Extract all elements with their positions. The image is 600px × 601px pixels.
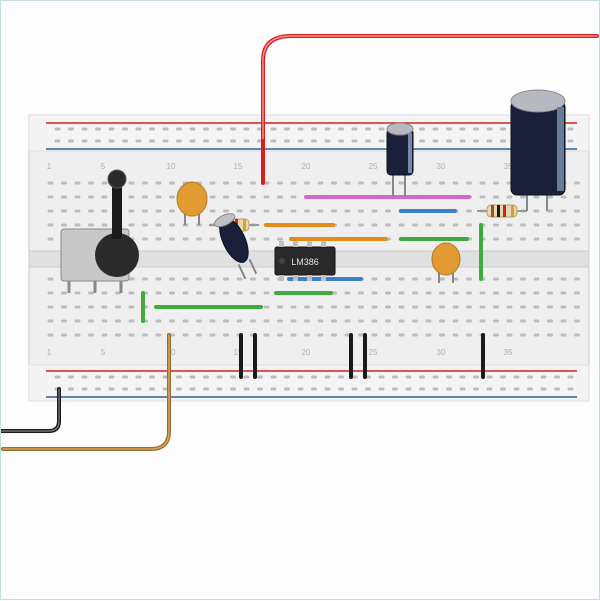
col-label: 20 <box>302 348 311 357</box>
chip-lm386: LM386 <box>275 241 335 281</box>
col-label: 30 <box>437 162 446 171</box>
col-label: 30 <box>437 348 446 357</box>
col-label: 5 <box>101 348 106 357</box>
col-label: 35 <box>504 348 513 357</box>
col-label: 1 <box>47 162 52 171</box>
col-label: 20 <box>302 162 311 171</box>
col-label: 15 <box>234 162 243 171</box>
electrolytic-large <box>511 90 565 211</box>
breadboard-diagram: 1 5 10 15 20 25 30 35 1 5 10 15 20 25 30… <box>1 1 600 601</box>
col-label: 1 <box>47 348 52 357</box>
chip-label: LM386 <box>291 257 319 267</box>
col-label: 5 <box>101 162 106 171</box>
col-label: 25 <box>369 348 378 357</box>
diagram-frame: 1 5 10 15 20 25 30 35 1 5 10 15 20 25 30… <box>0 0 600 600</box>
col-label: 25 <box>369 162 378 171</box>
col-label: 10 <box>167 162 176 171</box>
